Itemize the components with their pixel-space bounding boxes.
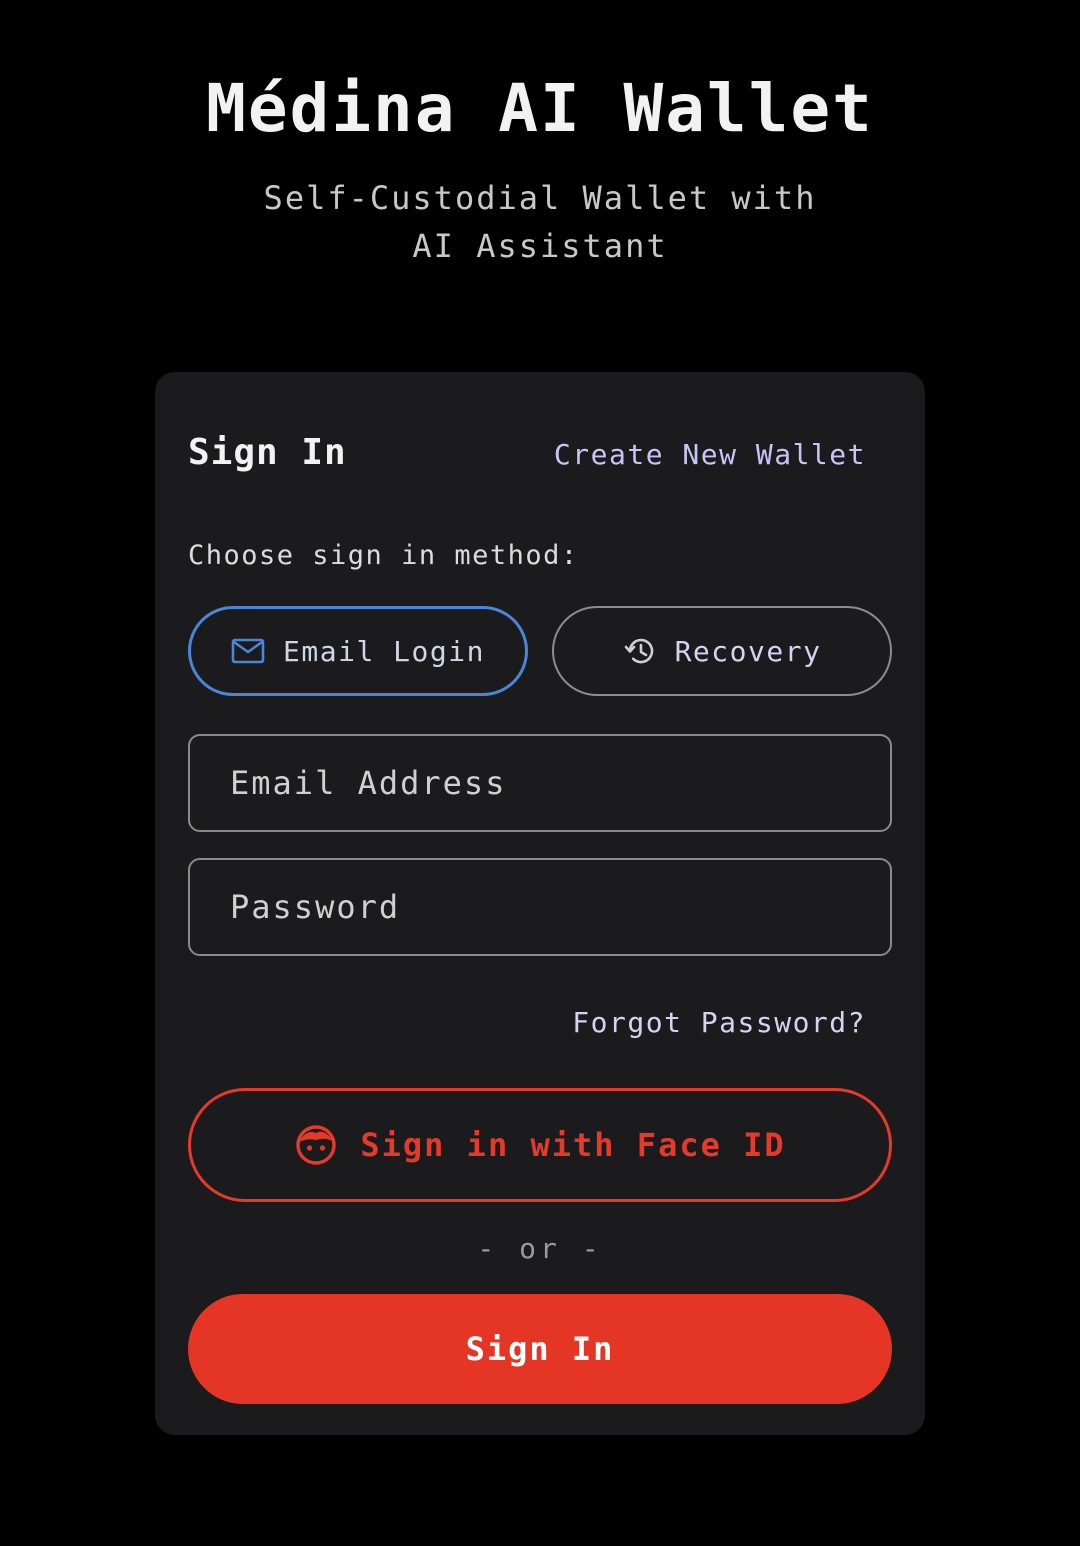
- sign-in-method-label: Choose sign in method:: [188, 540, 579, 571]
- recovery-label: Recovery: [674, 634, 822, 668]
- password-field[interactable]: [188, 858, 892, 956]
- card-title: Sign In: [188, 432, 347, 473]
- email-login-label: Email Login: [283, 634, 485, 668]
- email-login-button[interactable]: Email Login: [188, 606, 528, 696]
- app-subtitle: Self-Custodial Wallet with AI Assistant: [263, 179, 817, 265]
- forgot-password-link[interactable]: Forgot Password?: [572, 1006, 866, 1039]
- face-id-button[interactable]: Sign in with Face ID: [188, 1088, 892, 1202]
- envelope-icon: [231, 638, 265, 664]
- app-title: Médina AI Wallet: [206, 70, 874, 147]
- face-id-label: Sign in with Face ID: [360, 1126, 786, 1164]
- history-icon: [623, 634, 657, 668]
- recovery-button[interactable]: Recovery: [552, 606, 892, 696]
- sign-in-button[interactable]: Sign In: [188, 1294, 892, 1404]
- face-icon: [294, 1123, 338, 1167]
- or-divider: - or -: [477, 1232, 603, 1265]
- create-new-wallet-link[interactable]: Create New Wallet: [554, 438, 866, 471]
- email-field[interactable]: [188, 734, 892, 832]
